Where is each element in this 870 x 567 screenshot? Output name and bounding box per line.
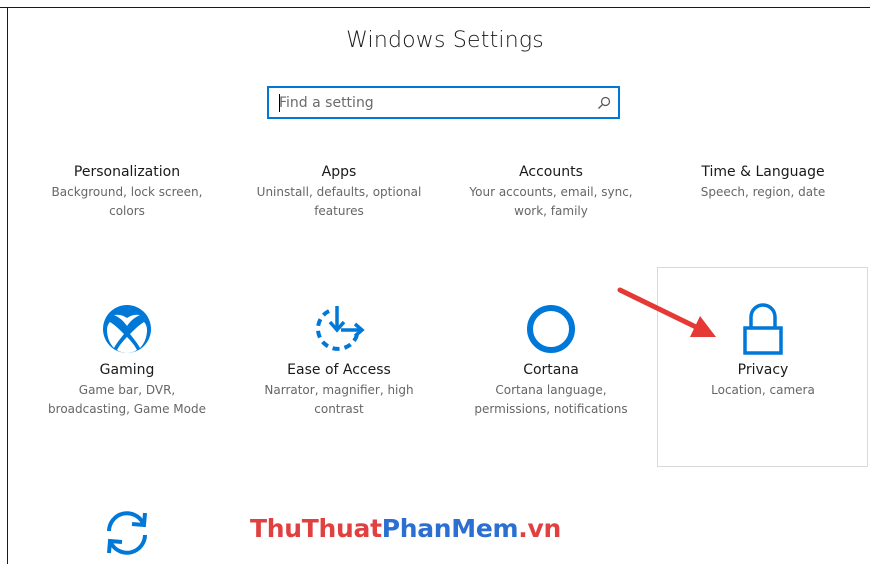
- search-box[interactable]: [267, 86, 620, 119]
- tile-time-language[interactable]: Time & Language Speech, region, date: [663, 163, 863, 202]
- tile-ease-of-access[interactable]: Ease of Access Narrator, magnifier, high…: [239, 303, 439, 419]
- annotation-arrow-icon: [617, 287, 716, 337]
- tile-name: Personalization: [73, 164, 181, 180]
- tile-description: Speech, region, date: [700, 185, 826, 199]
- xbox-icon: [103, 305, 151, 353]
- window-border-left: [7, 7, 8, 564]
- tile-name: Gaming: [99, 362, 155, 378]
- update-sync-icon: [107, 511, 147, 555]
- watermark-part: ThuThuat: [250, 514, 382, 543]
- tile-apps[interactable]: Apps Uninstall, defaults, optional featur…: [239, 163, 439, 221]
- lock-icon: [743, 303, 783, 355]
- ease-of-access-icon: [315, 306, 365, 351]
- tile-name: Cortana: [523, 362, 579, 378]
- search-input[interactable]: [269, 88, 590, 117]
- watermark-part: PhanMem: [381, 514, 519, 543]
- tile-description: Your accounts, email, sync, work, family: [469, 185, 633, 218]
- tile-description: Cortana language, permissions, notificati…: [474, 383, 628, 416]
- watermark-logo: ThuThuatPhanMem.vn: [250, 514, 561, 543]
- tile-name: Ease of Access: [287, 362, 391, 378]
- watermark-part: .vn: [518, 514, 561, 543]
- tile-description: Narrator, magnifier, high contrast: [264, 383, 414, 416]
- page-title: Windows Settings: [346, 28, 544, 53]
- search-icon[interactable]: [590, 88, 618, 117]
- tile-update-security[interactable]: [27, 505, 227, 567]
- tile-name: Accounts: [519, 164, 583, 180]
- tile-accounts[interactable]: Accounts Your accounts, email, sync, work…: [451, 163, 651, 221]
- tile-personalization[interactable]: Personalization Background, lock screen,…: [27, 163, 227, 221]
- tile-name: Privacy: [737, 362, 789, 378]
- tile-name: Time & Language: [701, 164, 825, 180]
- tile-description: Location, camera: [711, 383, 815, 397]
- tile-name: Apps: [321, 164, 357, 180]
- cortana-icon: [527, 305, 575, 353]
- text-cursor: [279, 94, 280, 112]
- tile-description: Game bar, DVR, broadcasting, Game Mode: [48, 383, 206, 416]
- tile-gaming[interactable]: Gaming Game bar, DVR, broadcasting, Game …: [27, 303, 227, 419]
- tile-description: Background, lock screen, colors: [51, 185, 203, 218]
- window-border-top: [0, 7, 870, 8]
- tile-description: Uninstall, defaults, optional features: [256, 185, 422, 218]
